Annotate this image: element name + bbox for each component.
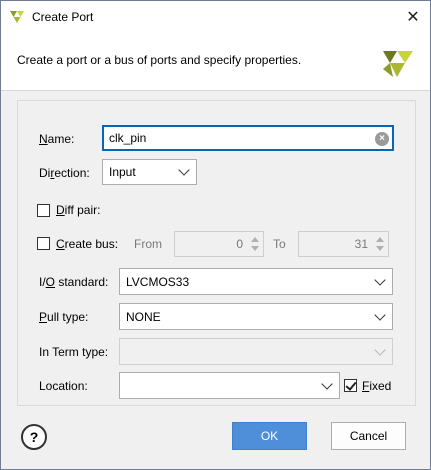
chevron-down-icon <box>374 273 386 286</box>
create-bus-checkbox[interactable] <box>37 237 50 250</box>
vivado-logo-icon <box>383 51 413 77</box>
ok-button[interactable]: OK <box>232 422 307 450</box>
in-term-type-label: In Term type: <box>39 345 109 359</box>
chevron-down-icon <box>321 377 333 390</box>
to-spinner[interactable]: 31 <box>298 231 389 257</box>
chevron-down-icon <box>374 308 386 321</box>
location-label: Location: <box>39 379 88 393</box>
location-select[interactable] <box>119 372 340 399</box>
window-title: Create Port <box>32 10 94 24</box>
to-label: To <box>273 237 286 251</box>
diff-pair-label: Diff pair: <box>56 203 101 217</box>
dialog-header: Create a port or a bus of ports and spec… <box>1 32 430 91</box>
header-description: Create a port or a bus of ports and spec… <box>17 53 302 67</box>
in-term-type-select[interactable] <box>119 338 393 365</box>
fixed-label: Fixed <box>362 379 392 393</box>
from-value: 0 <box>236 237 243 251</box>
chevron-down-icon <box>374 343 386 356</box>
name-input[interactable]: clk_pin × <box>102 125 394 151</box>
pull-type-label: Pull type: <box>39 310 89 324</box>
spinner-arrows-icon[interactable] <box>249 234 261 254</box>
fixed-checkbox[interactable] <box>344 379 357 392</box>
from-spinner[interactable]: 0 <box>174 231 264 257</box>
diff-pair-checkbox[interactable] <box>37 204 50 217</box>
direction-select[interactable]: Input <box>102 159 197 185</box>
help-icon: ? <box>29 429 39 445</box>
name-value: clk_pin <box>109 131 147 145</box>
name-label: Name: <box>39 132 75 146</box>
direction-value: Input <box>109 165 136 179</box>
pull-type-select[interactable]: NONE <box>119 303 393 330</box>
close-icon: ✕ <box>406 8 420 26</box>
pull-type-value: NONE <box>126 309 161 324</box>
io-standard-select[interactable]: LVCMOS33 <box>119 268 393 295</box>
cancel-button[interactable]: Cancel <box>331 422 406 450</box>
direction-label: Direction: <box>39 166 90 180</box>
from-label: From <box>134 237 162 251</box>
clear-icon[interactable]: × <box>375 132 389 146</box>
spinner-arrows-icon[interactable] <box>374 234 386 254</box>
title-bar[interactable]: Create Port ✕ <box>1 1 430 32</box>
create-port-dialog: Create Port ✕ Create a port or a bus of … <box>0 0 431 470</box>
to-value: 31 <box>354 237 368 251</box>
io-standard-value: LVCMOS33 <box>126 274 190 289</box>
io-standard-label: I/O standard: <box>39 275 109 289</box>
chevron-down-icon <box>178 164 190 176</box>
help-button[interactable]: ? <box>21 424 47 450</box>
close-button[interactable]: ✕ <box>396 1 430 32</box>
vivado-logo-icon <box>10 11 24 23</box>
create-bus-label: Create bus: <box>56 237 119 251</box>
